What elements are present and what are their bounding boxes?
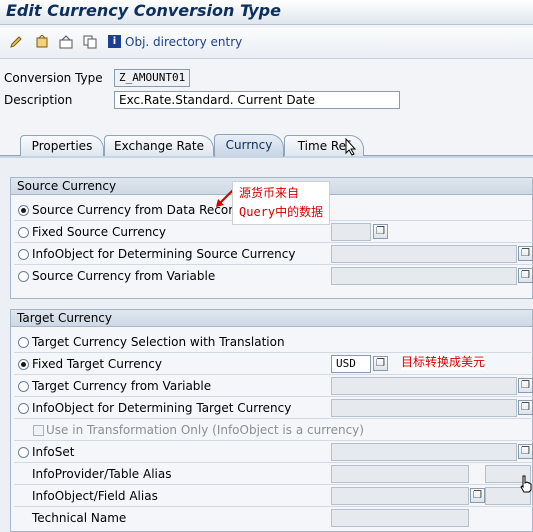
source-option-fixed-radio[interactable] <box>18 227 29 238</box>
target-option-variable-label: Target Currency from Variable <box>32 379 212 393</box>
fixed-target-currency-field[interactable]: USD <box>331 355 371 373</box>
infoobject-field-alias-label: InfoObject/Field Alias <box>32 489 158 503</box>
source-option-variable-radio[interactable] <box>18 271 29 282</box>
fixed-target-currency-help-button[interactable]: ❐ <box>373 356 388 371</box>
row-divider <box>14 396 533 397</box>
row-divider <box>14 264 533 265</box>
activate-icon[interactable] <box>34 34 50 50</box>
conversion-type-field[interactable]: Z_AMOUNT01 <box>114 69 190 87</box>
fixed-source-currency-field[interactable] <box>331 223 371 241</box>
target-option-variable-radio[interactable] <box>18 381 29 392</box>
hand-cursor-icon <box>519 475 533 496</box>
row-divider <box>14 440 533 441</box>
source-option-fixed-label: Fixed Source Currency <box>32 225 167 239</box>
obj-directory-entry-button[interactable]: Obj. directory entry <box>125 35 242 49</box>
source-annotation: 源货币来自 Query中的数据 <box>232 181 331 225</box>
infoset-label: InfoSet <box>32 445 75 459</box>
edit-icon[interactable] <box>8 34 24 50</box>
target-infoobject-field[interactable] <box>331 399 517 417</box>
target-annotation: 目标转换成美元 <box>401 353 486 370</box>
source-annotation-line2: Query中的数据 <box>239 205 324 219</box>
technical-name-label: Technical Name <box>32 511 127 525</box>
source-annotation-line1: 源货币来自 <box>239 186 300 200</box>
row-divider <box>14 374 533 375</box>
infoobject-help-button[interactable]: ❐ <box>470 488 485 503</box>
source-infoobject-help-button[interactable]: ❐ <box>518 246 533 261</box>
target-option-infoobject-label: InfoObject for Determining Target Curren… <box>32 401 292 415</box>
infoset-field[interactable] <box>331 443 517 461</box>
info-icon[interactable]: i <box>108 35 121 48</box>
row-divider <box>14 462 533 463</box>
mouse-cursor-icon <box>345 137 357 159</box>
target-option-fixed-label: Fixed Target Currency <box>32 357 162 371</box>
target-variable-help-button[interactable]: ❐ <box>518 378 533 393</box>
tab-currency[interactable]: Currncy <box>214 134 284 157</box>
description-label: Description <box>4 93 73 107</box>
source-infoobject-field[interactable] <box>331 245 517 263</box>
use-in-transformation-label: Use in Transformation Only (InfoObject i… <box>46 423 364 437</box>
infoobject-field[interactable] <box>331 487 469 505</box>
infoprovider-field[interactable] <box>331 465 469 483</box>
target-option-infoset-radio[interactable] <box>18 447 29 458</box>
copy-icon[interactable] <box>82 34 98 50</box>
source-variable-field[interactable] <box>331 267 517 285</box>
row-divider <box>14 484 533 485</box>
tab-exchange-rate[interactable]: Exchange Rate <box>104 135 214 156</box>
source-option-variable-label: Source Currency from Variable <box>32 269 216 283</box>
infoprovider-table-alias-label: InfoProvider/Table Alias <box>32 467 172 481</box>
window-title: Edit Currency Conversion Type <box>6 1 281 20</box>
row-divider <box>14 506 533 507</box>
target-option-translation-label: Target Currency Selection with Translati… <box>32 335 285 349</box>
description-field[interactable]: Exc.Rate.Standard. Current Date <box>114 91 400 109</box>
target-variable-field[interactable] <box>331 377 517 395</box>
title-bar: Edit Currency Conversion Type <box>0 0 533 25</box>
source-variable-help-button[interactable]: ❐ <box>518 268 533 283</box>
source-option-infoobject-radio[interactable] <box>18 249 29 260</box>
target-option-infoobject-radio[interactable] <box>18 403 29 414</box>
use-in-transformation-checkbox[interactable] <box>33 425 44 436</box>
tab-properties[interactable]: Properties <box>20 135 104 156</box>
source-option-infoobject-label: InfoObject for Determining Source Curren… <box>32 247 296 261</box>
source-option-data-record-label: Source Currency from Data Record <box>32 203 241 217</box>
target-option-fixed-radio[interactable] <box>18 359 29 370</box>
target-infoobject-help-button[interactable]: ❐ <box>518 400 533 415</box>
row-divider <box>14 242 533 243</box>
technical-name-field[interactable] <box>331 509 469 527</box>
application-toolbar: i Obj. directory entry <box>0 28 533 59</box>
fixed-source-currency-help-button[interactable]: ❐ <box>373 224 388 239</box>
conversion-type-label: Conversion Type <box>4 71 103 85</box>
check-icon[interactable] <box>58 34 74 50</box>
target-currency-title: Target Currency <box>10 309 533 327</box>
target-option-translation-radio[interactable] <box>18 337 29 348</box>
source-option-data-record-radio[interactable] <box>18 205 29 216</box>
row-divider <box>14 418 533 419</box>
infoset-help-button[interactable]: ❐ <box>518 444 533 459</box>
